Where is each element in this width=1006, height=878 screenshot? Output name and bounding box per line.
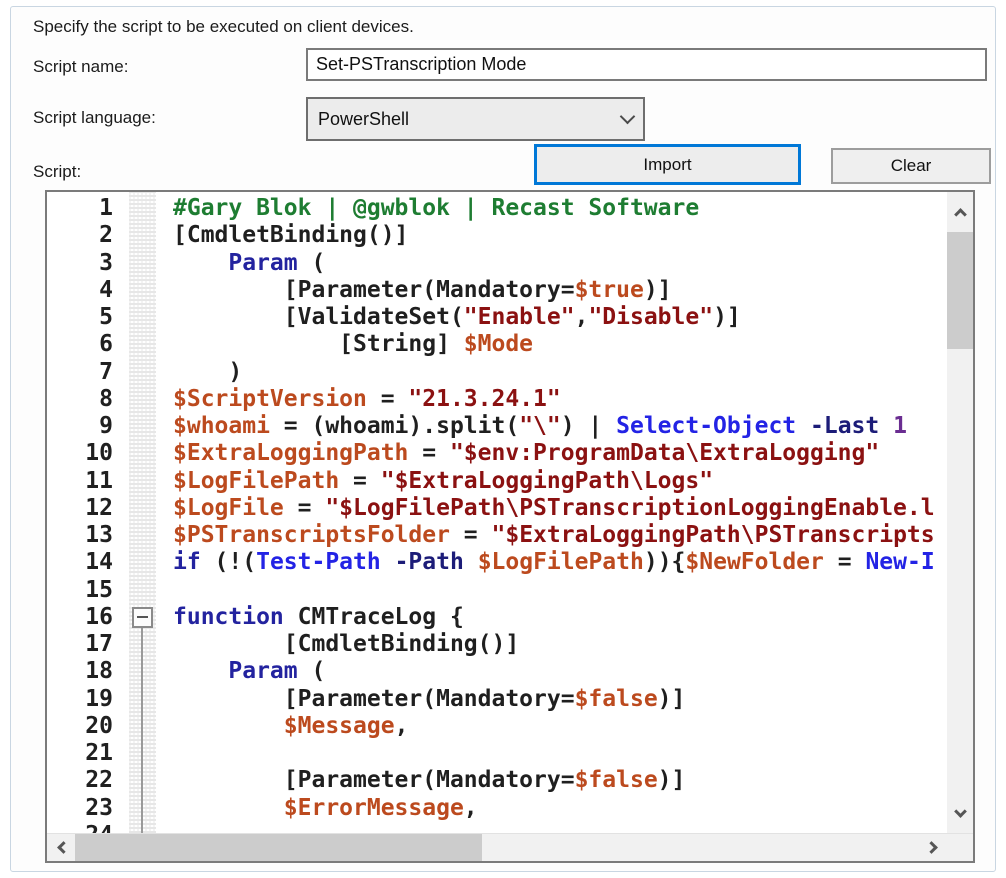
code-line-row: 17 [CmdletBinding()] [47,631,947,658]
code-text-area[interactable]: 1#Gary Blok | @gwblok | Recast Software2… [47,192,947,833]
script-language-value: PowerShell [318,109,622,130]
instruction-text: Specify the script to be executed on cli… [33,17,414,37]
code-line-row: 15 [47,577,947,604]
line-number: 9 [47,413,113,440]
line-number: 24 [47,822,113,833]
line-number: 7 [47,359,113,386]
code-line-row: 14 if (!(Test-Path -Path $LogFilePath)){$… [47,549,947,576]
code-line-row: 21 [47,740,947,767]
script-name-label: Script name: [33,57,128,77]
scroll-up-button[interactable] [947,192,973,232]
code-line-row: 11 $LogFilePath = "$ExtraLoggingPath\Logs… [47,468,947,495]
script-language-dropdown[interactable]: PowerShell [306,97,645,141]
code-line-text: Param ( [173,250,947,277]
code-line-text: ) [173,359,947,386]
scroll-right-button[interactable] [919,834,947,861]
line-number: 8 [47,386,113,413]
code-lines: 1#Gary Blok | @gwblok | Recast Software2… [47,192,947,833]
code-line-row: 16 function CMTraceLog { [47,604,947,631]
code-line-text: $ErrorMessage, [173,795,947,822]
vertical-scrollbar-thumb[interactable] [947,232,973,349]
line-number: 2 [47,222,113,249]
line-number: 21 [47,740,113,767]
line-number: 6 [47,331,113,358]
code-line-row: 10 $ExtraLoggingPath = "$env:ProgramData\… [47,440,947,467]
code-line-text: [CmdletBinding()] [173,631,947,658]
code-line-row: 6 [String] $Mode [47,331,947,358]
chevron-left-icon [57,841,70,854]
code-line-text: #Gary Blok | @gwblok | Recast Software [173,195,947,222]
code-line-row: 19 [Parameter(Mandatory=$false)] [47,686,947,713]
line-number: 15 [47,577,113,604]
line-number: 18 [47,658,113,685]
scroll-left-button[interactable] [47,834,75,861]
code-line-row: 7 ) [47,359,947,386]
script-label: Script: [33,162,81,182]
code-line-text: function CMTraceLog { [173,604,947,631]
line-number: 14 [47,549,113,576]
scrollbar-corner [947,834,973,861]
code-line-text: $whoami = (whoami).split("\") | Select-O… [173,413,947,440]
code-line-row: 18 Param ( [47,658,947,685]
code-line-row: 3 Param ( [47,250,947,277]
script-language-label: Script language: [33,108,156,128]
code-line-row: 12 $LogFile = "$LogFilePath\PSTranscripti… [47,495,947,522]
line-number: 13 [47,522,113,549]
code-line-row: 22 [Parameter(Mandatory=$false)] [47,767,947,794]
script-name-input[interactable] [306,48,987,81]
code-line-row: 13 $PSTranscriptsFolder = "$ExtraLoggingP… [47,522,947,549]
line-number: 4 [47,277,113,304]
chevron-down-icon [954,805,967,818]
vertical-scrollbar[interactable] [947,192,973,833]
horizontal-scrollbar[interactable] [47,833,973,861]
script-editor[interactable]: 1#Gary Blok | @gwblok | Recast Software2… [45,190,975,863]
create-script-dialog: Specify the script to be executed on cli… [10,6,996,872]
code-line-row: 4 [Parameter(Mandatory=$true)] [47,277,947,304]
code-line-row: 20 $Message, [47,713,947,740]
line-number: 11 [47,468,113,495]
line-number: 22 [47,767,113,794]
code-line-text: [CmdletBinding()] [173,222,947,249]
code-line-text: if (!(Test-Path -Path $LogFilePath)){$Ne… [173,549,947,576]
horizontal-scrollbar-thumb[interactable] [75,834,482,861]
code-line-row: 9 $whoami = (whoami).split("\") | Select-… [47,413,947,440]
line-number: 23 [47,795,113,822]
code-line-text: $LogFile = "$LogFilePath\PSTranscription… [173,495,947,522]
import-button[interactable]: Import [534,144,801,185]
clear-button[interactable]: Clear [831,148,991,184]
code-line-text: [Parameter(Mandatory=$false)] [173,767,947,794]
code-line-text: $Message, [173,713,947,740]
line-number: 12 [47,495,113,522]
code-line-text: $PSTranscriptsFolder = "$ExtraLoggingPat… [173,522,947,549]
code-line-text: $ScriptVersion = "21.3.24.1" [173,386,947,413]
code-line-text: [Parameter(Mandatory=$true)] [173,277,947,304]
code-line-row: 2 [CmdletBinding()] [47,222,947,249]
chevron-right-icon [925,841,938,854]
line-number: 16 [47,604,113,631]
code-line-row: 24 [47,822,947,833]
code-line-text: [ValidateSet("Enable","Disable")] [173,304,947,331]
code-line-text: [String] $Mode [173,331,947,358]
code-line-text: Param ( [173,658,947,685]
chevron-up-icon [954,208,967,221]
line-number: 20 [47,713,113,740]
line-number: 5 [47,304,113,331]
line-number: 1 [47,195,113,222]
code-line-text: $ExtraLoggingPath = "$env:ProgramData\Ex… [173,440,947,467]
chevron-down-icon [620,108,636,124]
scroll-down-button[interactable] [947,793,973,833]
line-number: 17 [47,631,113,658]
line-number: 19 [47,686,113,713]
code-line-text: $LogFilePath = "$ExtraLoggingPath\Logs" [173,468,947,495]
code-line-row: 1 #Gary Blok | @gwblok | Recast Software [47,195,947,222]
line-number: 10 [47,440,113,467]
code-line-text: [Parameter(Mandatory=$false)] [173,686,947,713]
line-number: 3 [47,250,113,277]
code-line-row: 8 $ScriptVersion = "21.3.24.1" [47,386,947,413]
code-line-row: 5 [ValidateSet("Enable","Disable")] [47,304,947,331]
code-line-row: 23 $ErrorMessage, [47,795,947,822]
